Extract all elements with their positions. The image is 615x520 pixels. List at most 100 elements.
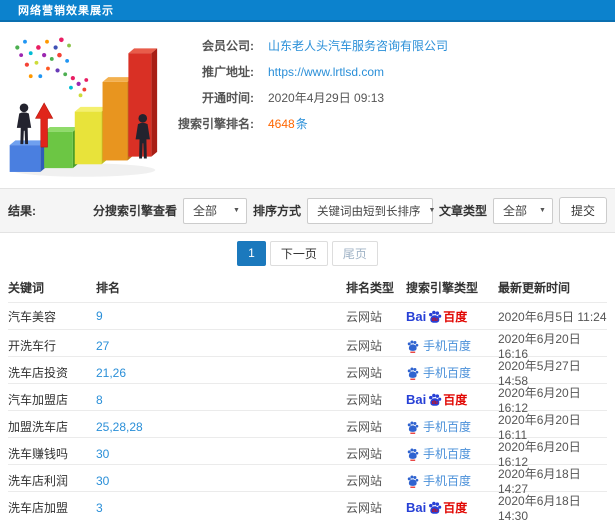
article-type-select-value: 全部: [502, 204, 527, 218]
header-rank-type: 排名类型: [346, 281, 395, 295]
engine-cell: du 手机百度: [406, 472, 498, 489]
mobile-baidu-paw-icon: [407, 447, 419, 461]
page-1-button[interactable]: 1: [237, 240, 266, 266]
header-updated: 最新更新时间: [498, 281, 571, 295]
baidu-paw-icon: du: [429, 393, 442, 406]
baidu-logo: Bai du 百度: [406, 499, 467, 516]
baidu-logo-text: Bai: [406, 308, 427, 324]
mobile-baidu-logo: 手机百度: [406, 418, 471, 435]
baidu-logo: Bai du 百度: [406, 391, 467, 408]
promo-url-link[interactable]: https://www.lrtlsd.com: [268, 65, 384, 79]
rank-type-cell: 云网站: [346, 474, 383, 488]
filter-controls: 分搜索引擎查看 全部 ▼ 排序方式 关键词由短到长排序 ▼ 文章类型 全部 ▼ …: [93, 197, 607, 224]
keyword-cell: 洗车店利润: [8, 474, 69, 488]
mobile-baidu-logo: 手机百度: [406, 472, 471, 489]
open-time-value: 2020年4月29日 09:13: [268, 91, 385, 105]
member-company-link[interactable]: 山东老人头汽车服务咨询有限公司: [268, 37, 448, 54]
mobile-baidu-logo: 手机百度: [406, 445, 471, 462]
rank-link[interactable]: 25,28,28: [96, 420, 143, 434]
filter-bar: 结果: 分搜索引擎查看 全部 ▼ 排序方式 关键词由短到长排序 ▼ 文章类型 全…: [0, 188, 615, 233]
rank-type-cell: 云网站: [346, 501, 383, 515]
baidu-logo-cn-text: 百度: [443, 393, 468, 407]
rank-count-value: 4648: [268, 116, 295, 131]
engine-cell: du 手机百度: [406, 418, 498, 435]
table-body: 汽车美容 9 云网站 Bai du 百度 2020年6月5日 11:24 开洗车…: [8, 302, 607, 520]
baidu-logo-cn-text: 百度: [443, 501, 468, 515]
rank-type-cell: 云网站: [346, 339, 383, 353]
caret-down-icon: ▼: [428, 207, 436, 214]
svg-text:du: du: [432, 508, 438, 514]
mobile-baidu-paw-icon: [407, 366, 419, 380]
info-row-open-time: 开通时间: 2020年4月29日 09:13: [168, 90, 605, 105]
table-header-row: 关键词 排名 排名类型 搜索引擎类型 最新更新时间: [8, 273, 607, 302]
rank-count-label: 搜索引擎排名:: [178, 117, 254, 131]
rankings-table: 关键词 排名 排名类型 搜索引擎类型 最新更新时间 汽车美容 9 云网站 Bai…: [0, 273, 615, 520]
table-row: 开洗车行 27 云网站 du 手机: [8, 329, 607, 361]
engine-cell: Bai du 百度: [406, 308, 498, 325]
article-type-label: 文章类型: [438, 204, 487, 218]
rank-link[interactable]: 27: [96, 339, 109, 353]
rank-link[interactable]: 9: [96, 309, 103, 323]
rank-cell: 30: [96, 474, 346, 488]
result-label: 结果:: [8, 204, 36, 218]
mobile-baidu-text: 手机百度: [423, 447, 472, 461]
submit-button[interactable]: 提交: [558, 197, 607, 224]
rank-type-cell: 云网站: [346, 366, 383, 380]
info-row-rank-count: 搜索引擎排名: 4648 条: [168, 116, 605, 132]
table-row: 汽车加盟店 8 云网站 Bai du 百度 2020年6月20日 16:12: [8, 383, 607, 415]
rank-link[interactable]: 30: [96, 474, 109, 488]
caret-down-icon: ▼: [233, 207, 240, 214]
keyword-cell: 加盟洗车店: [8, 420, 69, 434]
table-row: 洗车店利润 30 云网站 du 手: [8, 464, 607, 496]
rank-link[interactable]: 30: [96, 447, 109, 461]
summary-section: 会员公司: 山东老人头汽车服务咨询有限公司 推广地址: https://www.…: [0, 22, 615, 188]
table-row: 汽车美容 9 云网站 Bai du 百度 2020年6月5日 11:24: [8, 302, 607, 329]
businessman-left-figure: [16, 103, 32, 145]
pagination: 1 下一页 尾页: [0, 233, 615, 273]
caret-down-icon: ▼: [539, 207, 546, 214]
info-row-url: 推广地址: https://www.lrtlsd.com: [168, 64, 605, 80]
rank-link[interactable]: 3: [96, 501, 103, 515]
rank-cell: 30: [96, 447, 346, 461]
mobile-baidu-paw-icon: [407, 420, 419, 434]
rank-type-cell: 云网站: [346, 393, 383, 407]
rank-cell: 21,26: [96, 366, 346, 380]
keyword-cell: 洗车店加盟: [8, 501, 69, 515]
keyword-cell: 洗车店投资: [8, 366, 69, 380]
table-row: 加盟洗车店 25,28,28 云网站 du: [8, 410, 607, 442]
header-engine-type: 搜索引擎类型: [406, 281, 479, 295]
mobile-baidu-logo: 手机百度: [406, 364, 471, 381]
info-row-company: 会员公司: 山东老人头汽车服务咨询有限公司: [168, 38, 605, 53]
engine-cell: du 手机百度: [406, 337, 498, 354]
table-row: 洗车赚钱吗 30 云网站 du 手: [8, 437, 607, 469]
article-type-select[interactable]: 全部 ▼: [492, 197, 553, 224]
header-keyword: 关键词: [8, 281, 45, 295]
rank-link[interactable]: 21,26: [96, 366, 126, 380]
updated-cell: 2020年6月5日 11:24: [498, 309, 607, 324]
last-page-button[interactable]: 尾页: [331, 240, 378, 266]
engine-cell: du 手机百度: [406, 364, 498, 381]
rank-link[interactable]: 8: [96, 393, 103, 407]
svg-text:du: du: [432, 400, 438, 406]
mobile-baidu-text: 手机百度: [423, 339, 472, 353]
engine-cell: du 手机百度: [406, 445, 498, 462]
mobile-baidu-text: 手机百度: [423, 420, 472, 434]
rank-type-cell: 云网站: [346, 447, 383, 461]
sort-select-value: 关键词由短到长排序: [316, 205, 421, 218]
confetti-dots: [15, 37, 89, 98]
page-title: 网络营销效果展示: [18, 5, 114, 17]
rank-cell: 27: [96, 339, 346, 353]
header-rank: 排名: [96, 281, 121, 295]
engine-cell: Bai du 百度: [406, 391, 498, 408]
engine-cell: Bai du 百度: [406, 499, 498, 516]
next-page-button[interactable]: 下一页: [269, 240, 328, 266]
keyword-cell: 汽车加盟店: [8, 393, 69, 407]
engine-select[interactable]: 全部 ▼: [182, 197, 247, 224]
rank-count-unit: 条: [295, 117, 308, 131]
promo-url-label: 推广地址:: [202, 65, 254, 79]
table-row: 洗车店投资 21,26 云网站 du: [8, 356, 607, 388]
engine-select-value: 全部: [192, 204, 217, 218]
svg-text:du: du: [432, 317, 438, 323]
sort-select[interactable]: 关键词由短到长排序 ▼: [306, 197, 436, 224]
bar-chart-illustration: [0, 22, 162, 184]
